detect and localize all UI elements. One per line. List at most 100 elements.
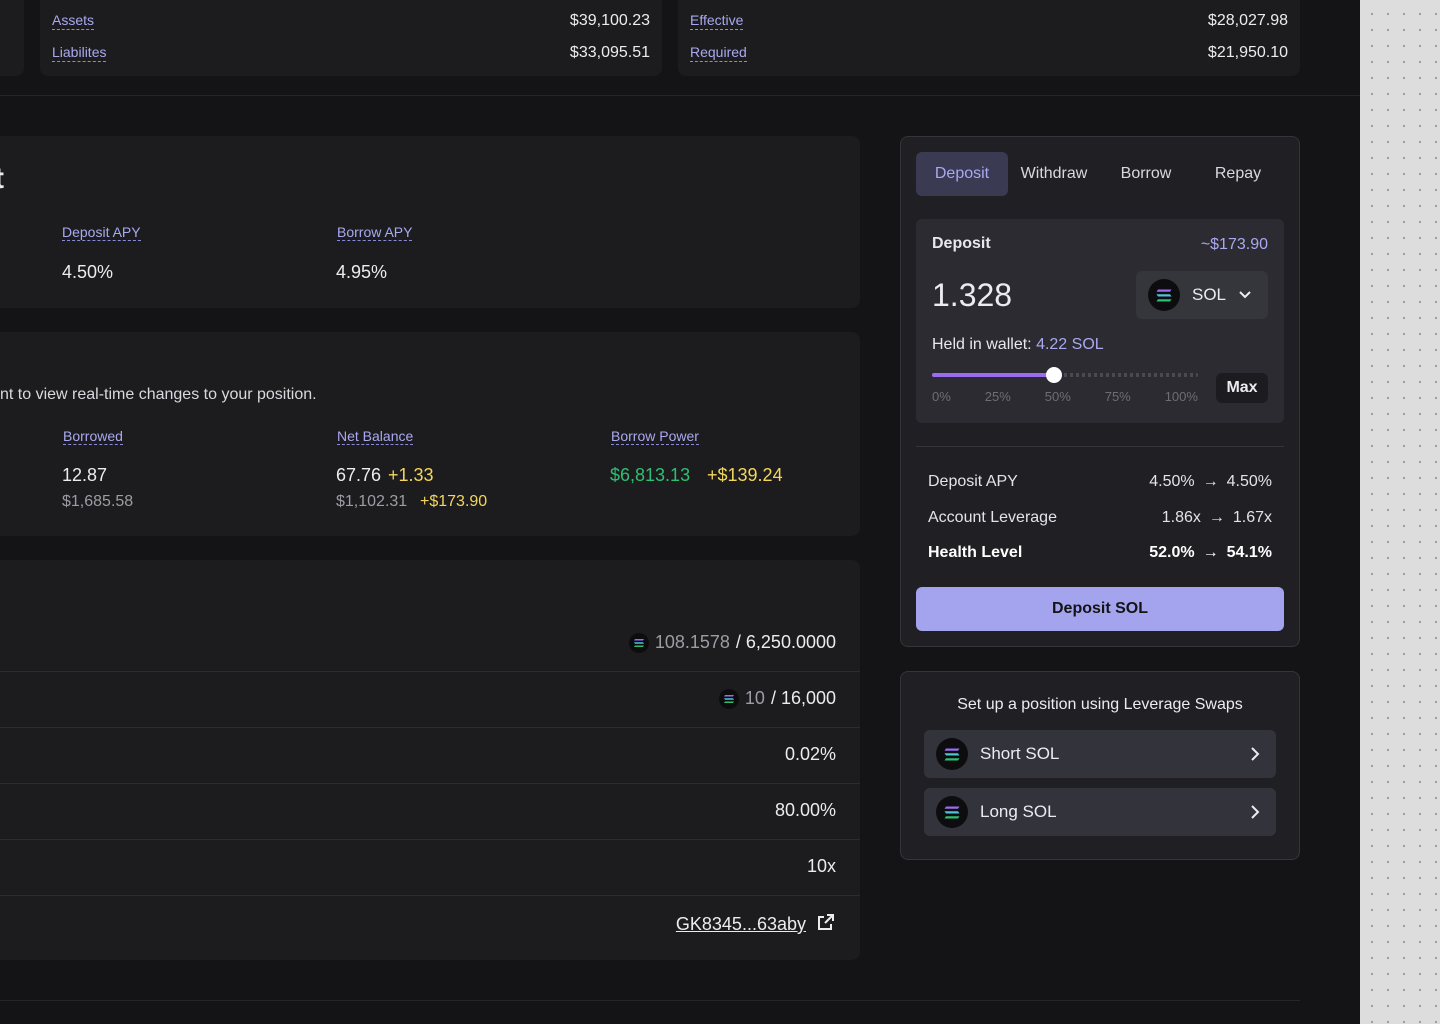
- slider-tick[interactable]: 75%: [1105, 389, 1131, 404]
- borrow-power-label[interactable]: Borrow Power: [611, 428, 699, 445]
- details-row-deposits: 108.1578 / 6,250.0000: [628, 632, 836, 653]
- slider-tick[interactable]: 100%: [1165, 389, 1198, 404]
- sol-token-icon: [718, 688, 739, 709]
- sol-token-icon: [936, 796, 968, 828]
- amount-input-box: Deposit ~$173.90 1.328 SOL Held in walle…: [916, 219, 1284, 423]
- liabilities-value: $33,095.51: [569, 44, 650, 61]
- slider-ticks: 0% 25% 50% 75% 100%: [932, 389, 1198, 404]
- slider-tick[interactable]: 0%: [932, 389, 951, 404]
- stat-change: 52.0% → 54.1%: [1149, 544, 1272, 562]
- stat-label: Health Level: [928, 544, 1023, 561]
- effective-value: $28,027.98: [1207, 12, 1288, 29]
- side-pattern: [1360, 0, 1440, 1024]
- borrows-max: / 16,000: [770, 688, 836, 708]
- divider: [0, 783, 860, 784]
- details-row-5: 10x: [806, 856, 836, 876]
- required-label[interactable]: Required: [690, 44, 747, 62]
- chevron-right-icon: [1250, 804, 1260, 825]
- borrowed-label[interactable]: Borrowed: [63, 428, 123, 445]
- amount-slider-handle[interactable]: [1046, 367, 1063, 383]
- position-hint: nt to view real-time changes to your pos…: [0, 386, 317, 403]
- assets-value: $39,100.23: [569, 12, 650, 29]
- divider: [916, 446, 1284, 447]
- arrow-right-icon: →: [1208, 509, 1225, 526]
- action-tabs: Deposit Withdraw Borrow Repay: [916, 152, 1284, 196]
- amount-slider-fill: [932, 373, 1055, 377]
- input-usd-value: ~$173.90: [1200, 236, 1268, 253]
- stat-account-leverage: Account Leverage 1.86x → 1.67x: [928, 509, 1272, 527]
- long-sol-button[interactable]: Long SOL: [924, 788, 1276, 836]
- net-balance-label[interactable]: Net Balance: [337, 428, 414, 445]
- address-link[interactable]: GK8345...63aby: [676, 912, 836, 937]
- action-panel: Deposit Withdraw Borrow Repay Deposit ~$…: [900, 136, 1300, 647]
- summary-bar: Assets $39,100.23 Liabilites $33,095.51 …: [0, 0, 1360, 96]
- stat-from: 52.0%: [1149, 544, 1195, 561]
- leverage-swaps-panel: Set up a position using Leverage Swaps S…: [900, 671, 1300, 860]
- borrowed-usd: $1,685.58: [62, 493, 134, 510]
- borrow-apy-value: 4.95%: [336, 262, 388, 282]
- details-row-3: 0.02%: [784, 744, 836, 764]
- wallet-balance: Held in wallet: 4.22 SOL: [932, 336, 1104, 354]
- net-balance-usd: $1,102.31: [336, 493, 408, 510]
- input-label: Deposit: [932, 235, 991, 252]
- chevron-right-icon: [1250, 746, 1260, 767]
- deposit-apy-value: 4.50%: [62, 262, 114, 282]
- stat-to: 1.67x: [1232, 509, 1272, 526]
- deposits-max: / 6,250.0000: [735, 632, 836, 652]
- divider: [0, 895, 860, 896]
- address-text[interactable]: GK8345...63aby: [676, 914, 806, 935]
- net-balance-usd-delta: +$173.90: [420, 493, 488, 510]
- details-row-4: 80.00%: [774, 800, 836, 820]
- amount-input[interactable]: 1.328: [932, 277, 1012, 314]
- short-sol-label: Short SOL: [980, 744, 1060, 763]
- borrows-current: 10: [744, 688, 765, 708]
- wallet-value: 4.22 SOL: [1036, 336, 1104, 353]
- summary-card-clipped: [0, 0, 24, 76]
- stat-change: 1.86x → 1.67x: [1162, 509, 1272, 527]
- long-sol-label: Long SOL: [980, 802, 1057, 821]
- stat-label: Deposit APY: [928, 473, 1018, 490]
- position-card: nt to view real-time changes to your pos…: [0, 332, 860, 536]
- details-row-borrows: 10 / 16,000: [718, 688, 836, 709]
- stat-health-level: Health Level 52.0% → 54.1%: [928, 544, 1272, 562]
- stat-from: 4.50%: [1149, 473, 1195, 490]
- deposits-current: 108.1578: [654, 632, 730, 652]
- sol-token-icon: [628, 632, 649, 653]
- bank-title: t: [0, 162, 4, 196]
- assets-label[interactable]: Assets: [52, 12, 95, 30]
- borrow-power-delta: +$139.24: [707, 465, 783, 485]
- stat-to: 54.1%: [1226, 544, 1272, 561]
- leverage-title: Set up a position using Leverage Swaps: [957, 696, 1243, 713]
- stat-from: 1.86x: [1161, 509, 1201, 526]
- tab-deposit[interactable]: Deposit: [916, 152, 1008, 196]
- tab-repay[interactable]: Repay: [1192, 152, 1284, 196]
- sol-token-icon: [936, 738, 968, 770]
- arrow-right-icon: →: [1202, 544, 1219, 561]
- tab-withdraw[interactable]: Withdraw: [1008, 152, 1100, 196]
- external-link-icon[interactable]: [816, 912, 836, 937]
- deposit-submit-button[interactable]: Deposit SOL: [916, 587, 1284, 631]
- slider-tick[interactable]: 25%: [985, 389, 1011, 404]
- borrow-power-value: $6,813.13: [610, 465, 691, 485]
- borrow-apy-label[interactable]: Borrow APY: [337, 224, 413, 241]
- summary-card-balances: Assets $39,100.23 Liabilites $33,095.51: [40, 0, 662, 76]
- max-button[interactable]: Max: [1216, 373, 1268, 403]
- footer-divider: [0, 1000, 1300, 1001]
- stat-deposit-apy: Deposit APY 4.50% → 4.50%: [928, 473, 1272, 491]
- summary-card-health: Effective $28,027.98 Required $21,950.10: [678, 0, 1300, 76]
- effective-label[interactable]: Effective: [690, 12, 744, 30]
- stat-label: Account Leverage: [928, 509, 1057, 526]
- token-symbol: SOL: [1192, 285, 1227, 304]
- divider: [0, 671, 860, 672]
- slider-tick[interactable]: 50%: [1045, 389, 1071, 404]
- short-sol-button[interactable]: Short SOL: [924, 730, 1276, 778]
- stat-to: 4.50%: [1226, 473, 1272, 490]
- bank-details-card: 108.1578 / 6,250.0000 10 / 16,000 0.02% …: [0, 560, 860, 960]
- net-balance-value: 67.76: [336, 465, 382, 485]
- deposit-apy-label[interactable]: Deposit APY: [62, 224, 141, 241]
- wallet-label: Held in wallet:: [932, 336, 1032, 353]
- stat-change: 4.50% → 4.50%: [1149, 473, 1272, 491]
- liabilities-label[interactable]: Liabilites: [52, 44, 107, 62]
- token-selector[interactable]: SOL: [1136, 271, 1268, 319]
- tab-borrow[interactable]: Borrow: [1100, 152, 1192, 196]
